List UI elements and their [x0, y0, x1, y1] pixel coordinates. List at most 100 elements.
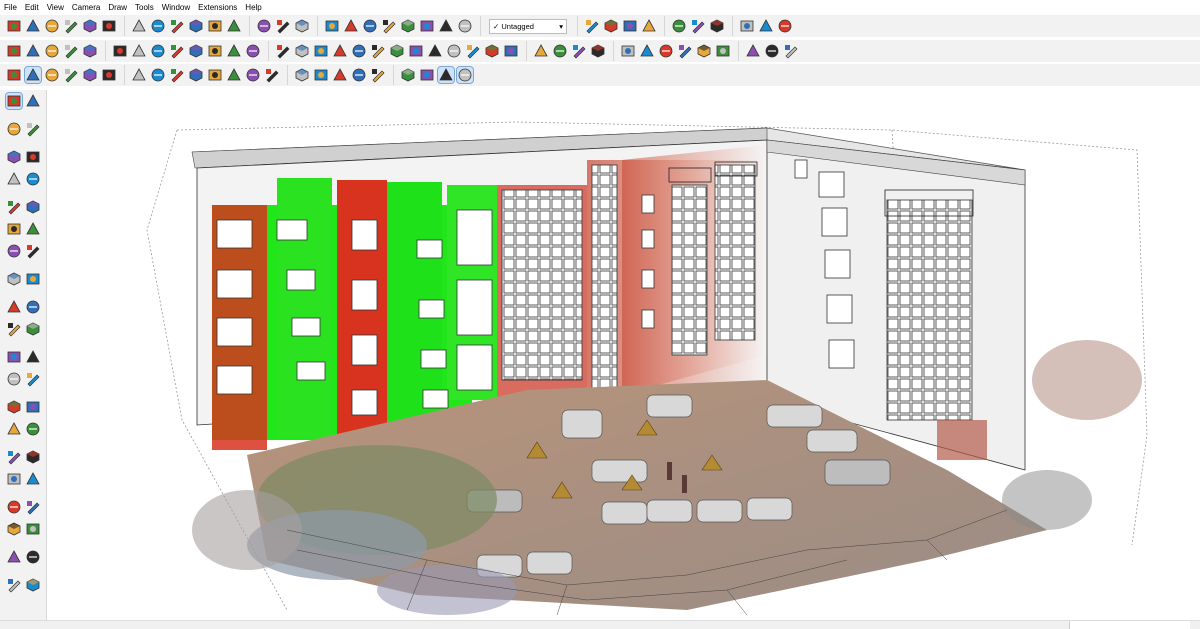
- home-icon[interactable]: [571, 43, 587, 59]
- paint-icon[interactable]: [207, 67, 223, 83]
- zoom-extents-icon[interactable]: [25, 471, 41, 487]
- circle-icon[interactable]: [6, 221, 22, 237]
- stamp-icon[interactable]: [294, 18, 310, 34]
- cube-icon[interactable]: [408, 43, 424, 59]
- protractor-icon[interactable]: [658, 43, 674, 59]
- cube-icon[interactable]: [226, 43, 242, 59]
- cube-icon[interactable]: [245, 43, 261, 59]
- paint-bucket-icon[interactable]: [63, 43, 79, 59]
- cube-icon[interactable]: [313, 67, 329, 83]
- sandbox-icon[interactable]: [343, 18, 359, 34]
- menu-help[interactable]: Help: [241, 3, 265, 12]
- orbit-icon[interactable]: [25, 93, 41, 109]
- cube-icon[interactable]: [552, 43, 568, 59]
- freehand-icon[interactable]: [25, 171, 41, 187]
- cube-icon[interactable]: [207, 43, 223, 59]
- cube-icon[interactable]: [671, 18, 687, 34]
- position-camera-icon[interactable]: [400, 67, 416, 83]
- layers-icon[interactable]: [351, 67, 367, 83]
- pan-icon[interactable]: [25, 521, 41, 537]
- arrow-icon[interactable]: [332, 43, 348, 59]
- offset-icon[interactable]: [25, 271, 41, 287]
- rotate-icon[interactable]: [150, 67, 166, 83]
- play-icon[interactable]: [256, 18, 272, 34]
- sun-icon[interactable]: [6, 18, 22, 34]
- arc-icon[interactable]: [6, 243, 22, 259]
- paint-icon[interactable]: [351, 43, 367, 59]
- sync-icon[interactable]: [44, 18, 60, 34]
- arc-3pt-icon[interactable]: [6, 271, 22, 287]
- axes-icon[interactable]: [6, 421, 22, 437]
- undo-icon[interactable]: [82, 43, 98, 59]
- plugin-icon[interactable]: [226, 18, 242, 34]
- pen-icon[interactable]: [620, 43, 636, 59]
- cube-icon[interactable]: [131, 43, 147, 59]
- offset-icon[interactable]: [25, 349, 41, 365]
- sandbox-icon[interactable]: [6, 549, 22, 565]
- sandbox-icon[interactable]: [381, 18, 397, 34]
- arc-icon[interactable]: [82, 67, 98, 83]
- component-icon[interactable]: [783, 43, 799, 59]
- model-viewport[interactable]: [47, 90, 1200, 620]
- sandbox-icon[interactable]: [438, 18, 454, 34]
- walk-icon[interactable]: [131, 18, 147, 34]
- protractor-icon[interactable]: [6, 399, 22, 415]
- sandbox-icon[interactable]: [25, 549, 41, 565]
- menu-window[interactable]: Window: [158, 3, 194, 12]
- walk-icon[interactable]: [6, 521, 22, 537]
- look-around-icon[interactable]: [25, 499, 41, 515]
- axis-icon[interactable]: [696, 43, 712, 59]
- paint-icon[interactable]: [715, 43, 731, 59]
- shape-icon[interactable]: [101, 67, 117, 83]
- 3d-text-icon[interactable]: [25, 421, 41, 437]
- cube-icon[interactable]: [150, 43, 166, 59]
- dimension-icon[interactable]: [25, 371, 41, 387]
- cube-icon[interactable]: [457, 18, 473, 34]
- cube-icon[interactable]: [44, 43, 60, 59]
- open-folder-icon[interactable]: [6, 43, 22, 59]
- cube-icon[interactable]: [427, 43, 443, 59]
- pencil-icon[interactable]: [63, 67, 79, 83]
- cube-icon[interactable]: [188, 43, 204, 59]
- cube-icon[interactable]: [332, 67, 348, 83]
- follow-me-icon[interactable]: [25, 321, 41, 337]
- cube-view-icon[interactable]: [419, 67, 435, 83]
- pencil-sketch-icon[interactable]: [82, 18, 98, 34]
- cloud-icon[interactable]: [25, 18, 41, 34]
- section-plane-icon[interactable]: [6, 449, 22, 465]
- plugin-icon[interactable]: [207, 18, 223, 34]
- triangle-icon[interactable]: [465, 43, 481, 59]
- arrow-icon[interactable]: [313, 43, 329, 59]
- polygon-icon[interactable]: [25, 221, 41, 237]
- layers-icon[interactable]: [641, 18, 657, 34]
- pan-icon[interactable]: [169, 67, 185, 83]
- cube-icon[interactable]: [370, 43, 386, 59]
- section-icon[interactable]: [25, 43, 41, 59]
- cloud-upload-icon[interactable]: [63, 18, 79, 34]
- component-icon[interactable]: [6, 149, 22, 165]
- globe-icon[interactable]: [169, 18, 185, 34]
- move-icon[interactable]: [131, 67, 147, 83]
- cube-icon[interactable]: [584, 18, 600, 34]
- camera-icon[interactable]: [533, 43, 549, 59]
- zoom-icon[interactable]: [188, 67, 204, 83]
- zoom-icon[interactable]: [503, 43, 519, 59]
- select-icon[interactable]: [23, 66, 42, 84]
- prism-icon[interactable]: [622, 18, 638, 34]
- section-plane-icon[interactable]: [226, 67, 242, 83]
- move-icon[interactable]: [6, 299, 22, 315]
- cursor-icon[interactable]: [275, 43, 291, 59]
- pencil-icon[interactable]: [25, 149, 41, 165]
- menu-draw[interactable]: Draw: [104, 3, 131, 12]
- paint-icon[interactable]: [101, 18, 117, 34]
- globe-icon[interactable]: [484, 43, 500, 59]
- position-camera-icon[interactable]: [6, 499, 22, 515]
- sandbox-icon[interactable]: [419, 18, 435, 34]
- plugin-icon[interactable]: [188, 18, 204, 34]
- move-icon[interactable]: [690, 18, 706, 34]
- search-icon[interactable]: [245, 67, 261, 83]
- text-icon[interactable]: [25, 399, 41, 415]
- zoom-window-icon[interactable]: [25, 449, 41, 465]
- push-pull-icon[interactable]: [25, 299, 41, 315]
- scale-icon[interactable]: [739, 18, 755, 34]
